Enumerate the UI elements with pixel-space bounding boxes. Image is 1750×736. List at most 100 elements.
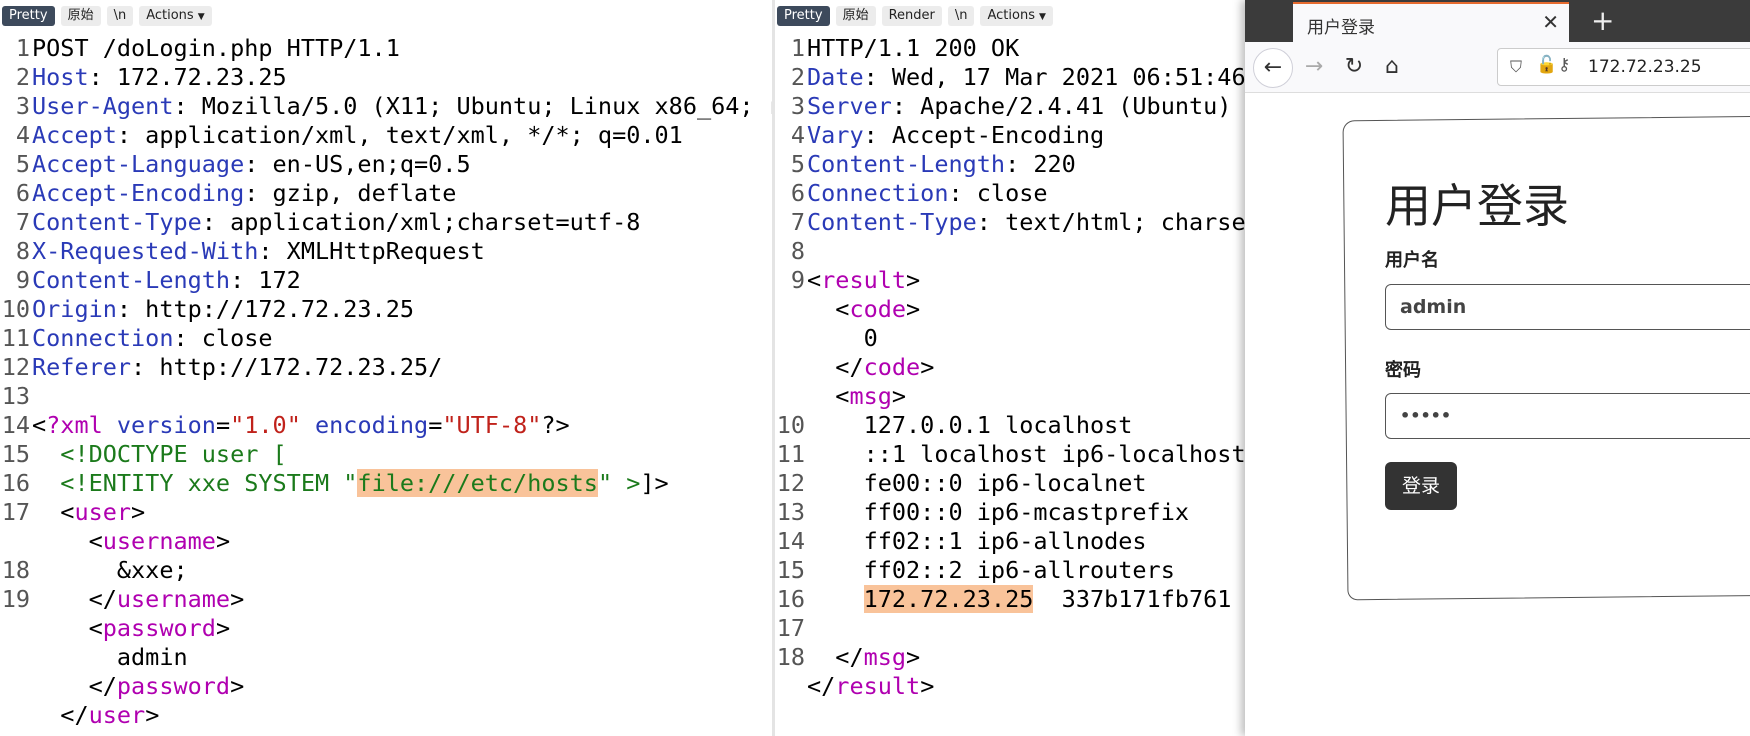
code-text: Content-Length: 172 — [32, 266, 301, 295]
line-number: 7 — [790, 208, 805, 236]
code-line: 16 172.72.23.25 337b171fb761 — [775, 585, 1245, 614]
line-number: 5 — [790, 150, 805, 178]
code-token: : 172.72.23.25 — [88, 63, 287, 91]
code-token: > — [906, 266, 921, 294]
response-actions-menu[interactable]: Actions ▼ — [980, 6, 1053, 26]
code-token: Content-Length — [807, 150, 1006, 178]
code-line: 14 ff02::1 ip6-allnodes — [775, 527, 1245, 556]
code-line: 8 X-Requested-With: XMLHttpRequest — [0, 237, 772, 266]
line-number: 12 — [776, 469, 805, 497]
browser-nav-bar: ← → ↻ ⌂ ⛉ 🔓 ⚷ 172.72.23.25 — [1245, 42, 1750, 93]
line-number: 2 — [790, 63, 805, 91]
response-raw-tab[interactable]: 原始 — [835, 6, 876, 26]
code-text: fe00::0 ip6-localnet — [807, 469, 1147, 498]
code-line: 15 <!DOCTYPE user [ — [0, 440, 772, 469]
code-token: : close — [173, 324, 273, 352]
request-newline-toggle[interactable]: \n — [106, 6, 134, 26]
code-line: 1 POST /doLogin.php HTTP/1.1 — [0, 34, 772, 63]
line-number: 9 — [15, 266, 30, 294]
line-number: 1 — [790, 34, 805, 62]
browser-tab[interactable]: 用户登录 ✕ — [1293, 2, 1569, 42]
code-token: result — [821, 266, 907, 294]
code-line: 6 Accept-Encoding: gzip, deflate — [0, 179, 772, 208]
code-token: > — [215, 614, 231, 642]
code-text: <msg> — [807, 382, 906, 411]
home-icon[interactable]: ⌂ — [1377, 52, 1407, 82]
close-icon[interactable]: ✕ — [1542, 10, 1559, 34]
code-token: </ — [807, 353, 864, 381]
code-line: </user> — [0, 701, 772, 730]
forward-arrow-icon[interactable]: → — [1299, 52, 1329, 82]
code-token: > — [230, 672, 245, 700]
code-line: 1 HTTP/1.1 200 OK — [775, 34, 1245, 63]
login-button[interactable]: 登录 — [1385, 462, 1457, 510]
response-pretty-tab[interactable]: Pretty — [777, 6, 830, 26]
insecure-lock-icon[interactable]: 🔓 — [1536, 55, 1557, 75]
response-newline-toggle[interactable]: \n — [947, 6, 975, 26]
code-line: <msg> — [775, 382, 1245, 411]
url-text[interactable]: 172.72.23.25 — [1588, 57, 1702, 77]
code-token: > — [145, 701, 160, 729]
line-number: 18 — [1, 556, 30, 584]
code-token: : close — [948, 179, 1048, 207]
code-token: ]> — [640, 469, 669, 497]
code-token: Host — [32, 63, 89, 91]
code-token: Content-Type — [32, 208, 202, 236]
code-text: </code> — [807, 353, 934, 382]
code-token: < — [32, 411, 47, 439]
code-text: X-Requested-With: XMLHttpRequest — [32, 237, 485, 266]
request-actions-menu[interactable]: Actions ▼ — [139, 6, 212, 26]
code-line: 10 Origin: http://172.72.23.25 — [0, 295, 772, 324]
reload-icon[interactable]: ↻ — [1339, 52, 1369, 82]
response-viewer[interactable]: 1 HTTP/1.1 200 OK 2 Date: Wed, 17 Mar 2021 … — [775, 34, 1245, 701]
line-number: 15 — [1, 440, 30, 468]
code-token: > — [230, 585, 245, 613]
code-token: : Apache/2.4.41 (Ubuntu) — [891, 92, 1232, 120]
code-token: </ — [32, 701, 89, 729]
code-line: 9 Content-Length: 172 — [0, 266, 772, 295]
request-actions-label: Actions — [146, 8, 194, 23]
code-token: </ — [807, 643, 864, 671]
response-render-tab[interactable]: Render — [881, 6, 942, 26]
code-token: Referer — [32, 353, 132, 381]
code-line: 9 <result> — [775, 266, 1245, 295]
code-text: Accept: application/xml, text/xml, */*; … — [32, 121, 683, 150]
key-icon[interactable]: ⚷ — [1558, 55, 1570, 75]
code-text: Date: Wed, 17 Mar 2021 06:51:46 — [807, 63, 1245, 92]
code-line: 8 — [775, 237, 1245, 266]
code-line: 7 Content-Type: text/html; charset — [775, 208, 1245, 237]
code-token: user — [74, 498, 132, 526]
code-token: Origin — [32, 295, 117, 323]
shield-icon[interactable]: ⛉ — [1510, 57, 1522, 77]
code-line: 14 <?xml version="1.0" encoding="UTF-8"?> — [0, 411, 772, 440]
line-number: 13 — [1, 382, 30, 410]
username-input[interactable]: admin — [1385, 284, 1750, 330]
code-text: </password> — [32, 672, 245, 701]
code-token: : gzip, deflate — [244, 179, 457, 207]
address-bar[interactable]: ⛉ 🔓 ⚷ 172.72.23.25 — [1497, 48, 1750, 86]
code-line: 6 Connection: close — [775, 179, 1245, 208]
code-line: 2 Date: Wed, 17 Mar 2021 06:51:46 — [775, 63, 1245, 92]
code-token: </ — [32, 672, 117, 700]
line-number — [775, 672, 807, 701]
code-token: " > — [597, 469, 641, 497]
request-editor[interactable]: 1 POST /doLogin.php HTTP/1.1 2 Host: 172.72… — [0, 34, 772, 730]
back-arrow-icon[interactable]: ← — [1253, 48, 1293, 88]
code-token: < — [807, 382, 850, 410]
code-line: 4 Accept: application/xml, text/xml, */*;… — [0, 121, 772, 150]
request-toolbar: Pretty 原始 \n Actions ▼ — [2, 6, 212, 26]
code-token: POST /doLogin.php HTTP/1.1 — [32, 34, 400, 62]
password-input[interactable]: ••••• — [1385, 393, 1750, 439]
code-token: < — [807, 295, 850, 323]
code-token: "1.0" — [230, 411, 301, 439]
new-tab-icon[interactable]: + — [1591, 4, 1614, 37]
request-pretty-tab[interactable]: Pretty — [2, 6, 55, 26]
code-line: 17 — [775, 614, 1245, 643]
code-token: ff00::0 ip6-mcastprefix — [807, 498, 1190, 526]
code-text: <username> — [32, 527, 231, 556]
code-token: file:///etc/hosts — [357, 469, 598, 497]
code-token: < — [32, 498, 75, 526]
code-token: 127.0.0.1 localhost — [807, 411, 1133, 439]
code-text: Connection: close — [32, 324, 273, 353]
request-raw-tab[interactable]: 原始 — [60, 6, 101, 26]
